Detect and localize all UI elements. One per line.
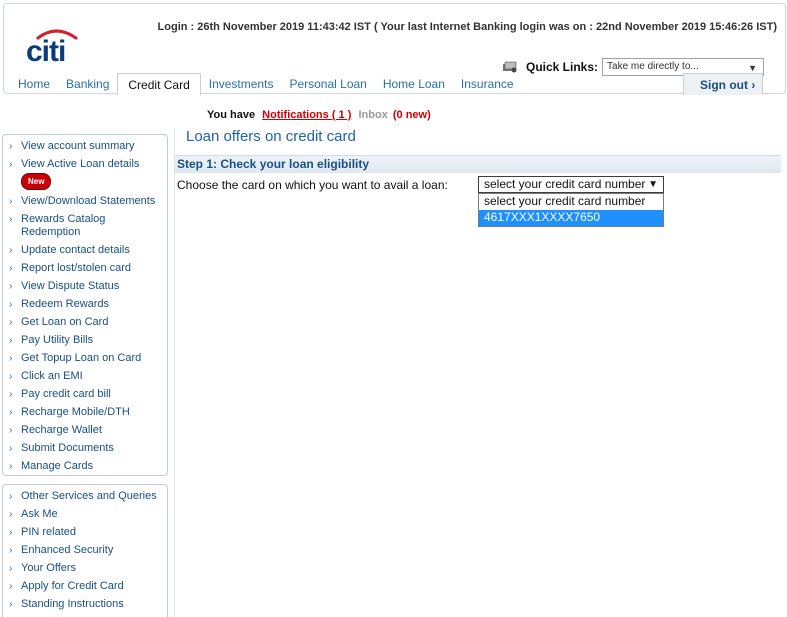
chevron-right-icon: › bbox=[9, 196, 13, 207]
dropdown-option-highlighted[interactable]: 4617XXX1XXXX7650 bbox=[479, 210, 663, 226]
chevron-right-icon: › bbox=[9, 214, 13, 225]
notifications-line: You have Notifications ( 1 ) Inbox (0 ne… bbox=[207, 109, 431, 121]
chevron-right-icon: › bbox=[9, 461, 13, 472]
chevron-right-icon: › bbox=[9, 353, 13, 364]
nav-home-loan[interactable]: Home Loan bbox=[375, 73, 453, 95]
chevron-right-icon: › bbox=[9, 509, 13, 520]
notifications-prefix: You have bbox=[207, 109, 256, 121]
quick-links-icon bbox=[503, 61, 517, 73]
chevron-right-icon: › bbox=[9, 281, 13, 292]
sidebar-item-standing-instructions[interactable]: › Standing Instructions bbox=[3, 598, 167, 611]
sidebar-card-services: › View account summary › View Active Loan … bbox=[2, 134, 168, 476]
sidebar-item-report-lost-stolen-card[interactable]: › Report lost/stolen card bbox=[3, 262, 167, 275]
dropdown-option[interactable]: select your credit card number bbox=[479, 194, 663, 210]
inbox-new-count: (0 new) bbox=[392, 109, 431, 121]
chevron-right-icon: › bbox=[9, 245, 13, 256]
sidebar-item-view-dispute-status[interactable]: › View Dispute Status bbox=[3, 280, 167, 293]
sign-out-button[interactable]: Sign out › bbox=[683, 73, 763, 95]
chevron-right-icon: › bbox=[9, 425, 13, 436]
chevron-right-icon: › bbox=[9, 371, 13, 382]
main-nav: Home Banking Credit Card Investments Per… bbox=[10, 73, 522, 95]
chevron-right-icon: › bbox=[9, 491, 13, 502]
choose-card-label: Choose the card on which you want to ava… bbox=[177, 178, 448, 192]
credit-card-options-list: select your credit card number 4617XXX1X… bbox=[478, 193, 664, 227]
nav-insurance[interactable]: Insurance bbox=[453, 73, 522, 95]
chevron-down-icon: ▼ bbox=[648, 179, 658, 190]
chevron-right-icon: › bbox=[9, 407, 13, 418]
new-badge: New bbox=[21, 173, 52, 190]
sidebar-item-your-offers[interactable]: › Your Offers bbox=[3, 562, 167, 575]
svg-text:citi: citi bbox=[26, 35, 65, 66]
sidebar-item-redeem-rewards[interactable]: › Redeem Rewards bbox=[3, 298, 167, 311]
header-bar: citi Login : 26th November 2019 11:43:42… bbox=[3, 3, 786, 95]
chevron-right-icon: › bbox=[9, 335, 13, 346]
chevron-right-icon: › bbox=[9, 299, 13, 310]
sidebar-item-ask-me[interactable]: › Ask Me bbox=[3, 508, 167, 521]
sidebar-item-rewards-catalog-redemption[interactable]: › Rewards Catalog Redemption bbox=[3, 213, 167, 239]
credit-card-select[interactable]: select your credit card number ▼ bbox=[478, 176, 664, 193]
chevron-right-icon: › bbox=[9, 527, 13, 538]
chevron-right-icon: › bbox=[9, 141, 13, 152]
sidebar-other-services: › Other Services and Queries › Ask Me › PIN… bbox=[2, 484, 168, 617]
sidebar-item-click-an-emi[interactable]: › Click an EMI bbox=[3, 370, 167, 383]
sidebar-item-apply-for-credit-card[interactable]: › Apply for Credit Card bbox=[3, 580, 167, 593]
sidebar-item-view-active-loan-details[interactable]: › View Active Loan details New bbox=[3, 158, 167, 190]
sidebar-item-manage-cards[interactable]: › Manage Cards bbox=[3, 460, 167, 473]
sidebar-item-submit-documents[interactable]: › Submit Documents bbox=[3, 442, 167, 455]
nav-credit-card[interactable]: Credit Card bbox=[117, 73, 201, 95]
login-info: Login : 26th November 2019 11:43:42 IST … bbox=[157, 21, 777, 33]
sidebar-item-recharge-wallet[interactable]: › Recharge Wallet bbox=[3, 424, 167, 437]
sidebar-item-update-contact-details[interactable]: › Update contact details bbox=[3, 244, 167, 257]
chevron-right-icon: › bbox=[9, 599, 13, 610]
content-divider bbox=[174, 128, 175, 617]
chevron-right-icon: › bbox=[9, 443, 13, 454]
chevron-right-icon: › bbox=[9, 545, 13, 556]
sidebar-item-recharge-mobile-dth[interactable]: › Recharge Mobile/DTH bbox=[3, 406, 167, 419]
chevron-right-icon: › bbox=[9, 581, 13, 592]
nav-home[interactable]: Home bbox=[10, 73, 58, 95]
step-header: Step 1: Check your loan eligibility bbox=[175, 155, 781, 173]
chevron-right-icon: › bbox=[9, 159, 13, 170]
sidebar-item-get-loan-on-card[interactable]: › Get Loan on Card bbox=[3, 316, 167, 329]
sidebar-item-pay-utility-bills[interactable]: › Pay Utility Bills bbox=[3, 334, 167, 347]
nav-personal-loan[interactable]: Personal Loan bbox=[281, 73, 374, 95]
notifications-link[interactable]: Notifications ( 1 ) bbox=[262, 109, 351, 121]
chevron-right-icon: › bbox=[9, 563, 13, 574]
inbox-link[interactable]: Inbox bbox=[358, 109, 387, 121]
sidebar-item-other-services-and-queries[interactable]: › Other Services and Queries bbox=[3, 490, 167, 503]
nav-investments[interactable]: Investments bbox=[201, 73, 282, 95]
sidebar-item-enhanced-security[interactable]: › Enhanced Security bbox=[3, 544, 167, 557]
sidebar-item-get-topup-loan-on-card[interactable]: › Get Topup Loan on Card bbox=[3, 352, 167, 365]
chevron-right-icon: › bbox=[9, 389, 13, 400]
citi-logo[interactable]: citi bbox=[24, 26, 84, 66]
sidebar-item-view-download-statements[interactable]: › View/Download Statements bbox=[3, 195, 167, 208]
sidebar-item-pin-related[interactable]: › PIN related bbox=[3, 526, 167, 539]
chevron-right-icon: › bbox=[9, 317, 13, 328]
quick-links-label: Quick Links: bbox=[526, 60, 599, 74]
chevron-right-icon: › bbox=[9, 263, 13, 274]
sidebar-item-pay-credit-card-bill[interactable]: › Pay credit card bill bbox=[3, 388, 167, 401]
page-title: Loan offers on credit card bbox=[186, 128, 356, 145]
nav-banking[interactable]: Banking bbox=[58, 73, 117, 95]
sidebar-item-view-account-summary[interactable]: › View account summary bbox=[3, 140, 167, 153]
